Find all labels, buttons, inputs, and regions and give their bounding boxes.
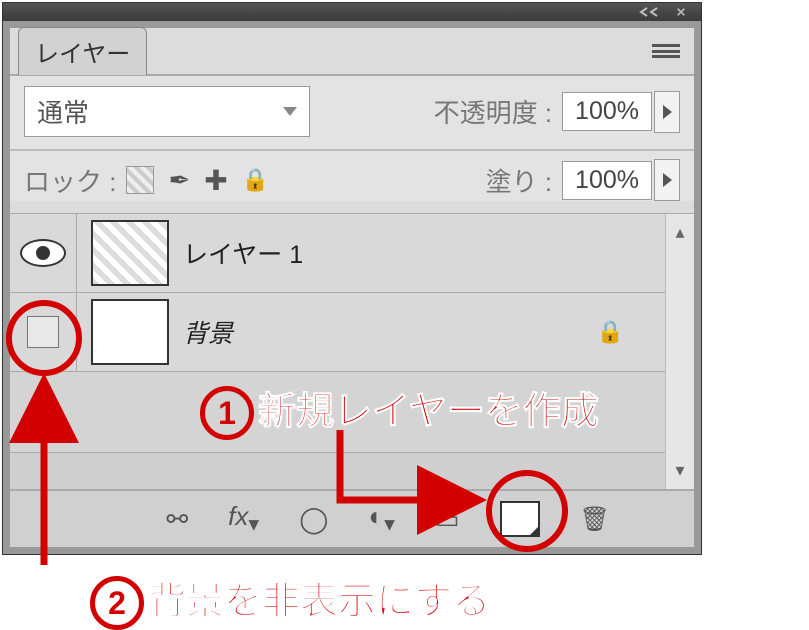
fill-flyout-icon[interactable] <box>654 159 680 201</box>
fill-label: 塗り : <box>486 162 552 199</box>
close-icon[interactable] <box>669 7 693 17</box>
layer-name[interactable]: 背景 <box>183 314 233 350</box>
new-group-icon[interactable]: ▭ <box>435 504 460 535</box>
annotation-circle <box>486 470 568 552</box>
layer-row[interactable]: レイヤー 1 <box>10 214 694 293</box>
visibility-toggle[interactable] <box>10 214 77 292</box>
lock-transparent-icon[interactable] <box>126 166 154 194</box>
annotation-2: 2背景を非表示にする <box>90 570 490 630</box>
adjustment-layer-icon[interactable]: ◐▾ <box>368 501 395 537</box>
layer-thumbnail[interactable] <box>91 220 169 286</box>
panel-menu-icon[interactable] <box>652 44 680 58</box>
layers-panel: レイヤー 通常 不透明度 : 100% ロック : <box>2 2 702 555</box>
annotation-1: 1新規レイヤーを作成 <box>200 380 599 440</box>
eye-icon <box>20 239 66 267</box>
scroll-down-icon[interactable]: ▾ <box>675 460 684 481</box>
lock-position-icon[interactable] <box>204 164 227 197</box>
fill-value[interactable]: 100% <box>562 161 652 200</box>
layer-fx-icon[interactable]: fx▾ <box>228 501 259 537</box>
layer-name[interactable]: レイヤー 1 <box>183 235 303 271</box>
tab-layers[interactable]: レイヤー <box>18 27 147 75</box>
layer-row[interactable]: 背景 🔒 <box>10 293 694 372</box>
layer-mask-icon[interactable]: ◯ <box>299 504 328 535</box>
blend-mode-select[interactable]: 通常 <box>24 86 310 137</box>
lock-pixels-icon[interactable] <box>168 165 190 196</box>
tabs-row: レイヤー <box>10 28 694 74</box>
opacity-label: 不透明度 : <box>434 93 552 130</box>
lock-all-icon[interactable] <box>242 167 269 193</box>
panel-titlebar <box>3 3 701 21</box>
layer-thumbnail[interactable] <box>91 299 169 365</box>
lock-indicator-icon: 🔒 <box>597 319 624 345</box>
panel-footer: ⚯ fx▾ ◯ ◐▾ ▭ <box>10 489 694 547</box>
scrollbar[interactable]: ▴ ▾ <box>665 214 694 489</box>
layer-list: レイヤー 1 背景 🔒 ▴ ▾ <box>10 213 694 489</box>
delete-layer-icon[interactable] <box>580 505 610 534</box>
annotation-circle <box>6 300 82 376</box>
empty-area <box>10 453 694 489</box>
opacity-value[interactable]: 100% <box>562 92 652 131</box>
lock-label: ロック : <box>24 162 116 199</box>
collapse-icon[interactable] <box>639 7 663 17</box>
link-layers-icon[interactable]: ⚯ <box>166 504 188 535</box>
opacity-flyout-icon[interactable] <box>654 91 680 133</box>
scroll-up-icon[interactable]: ▴ <box>675 222 684 243</box>
